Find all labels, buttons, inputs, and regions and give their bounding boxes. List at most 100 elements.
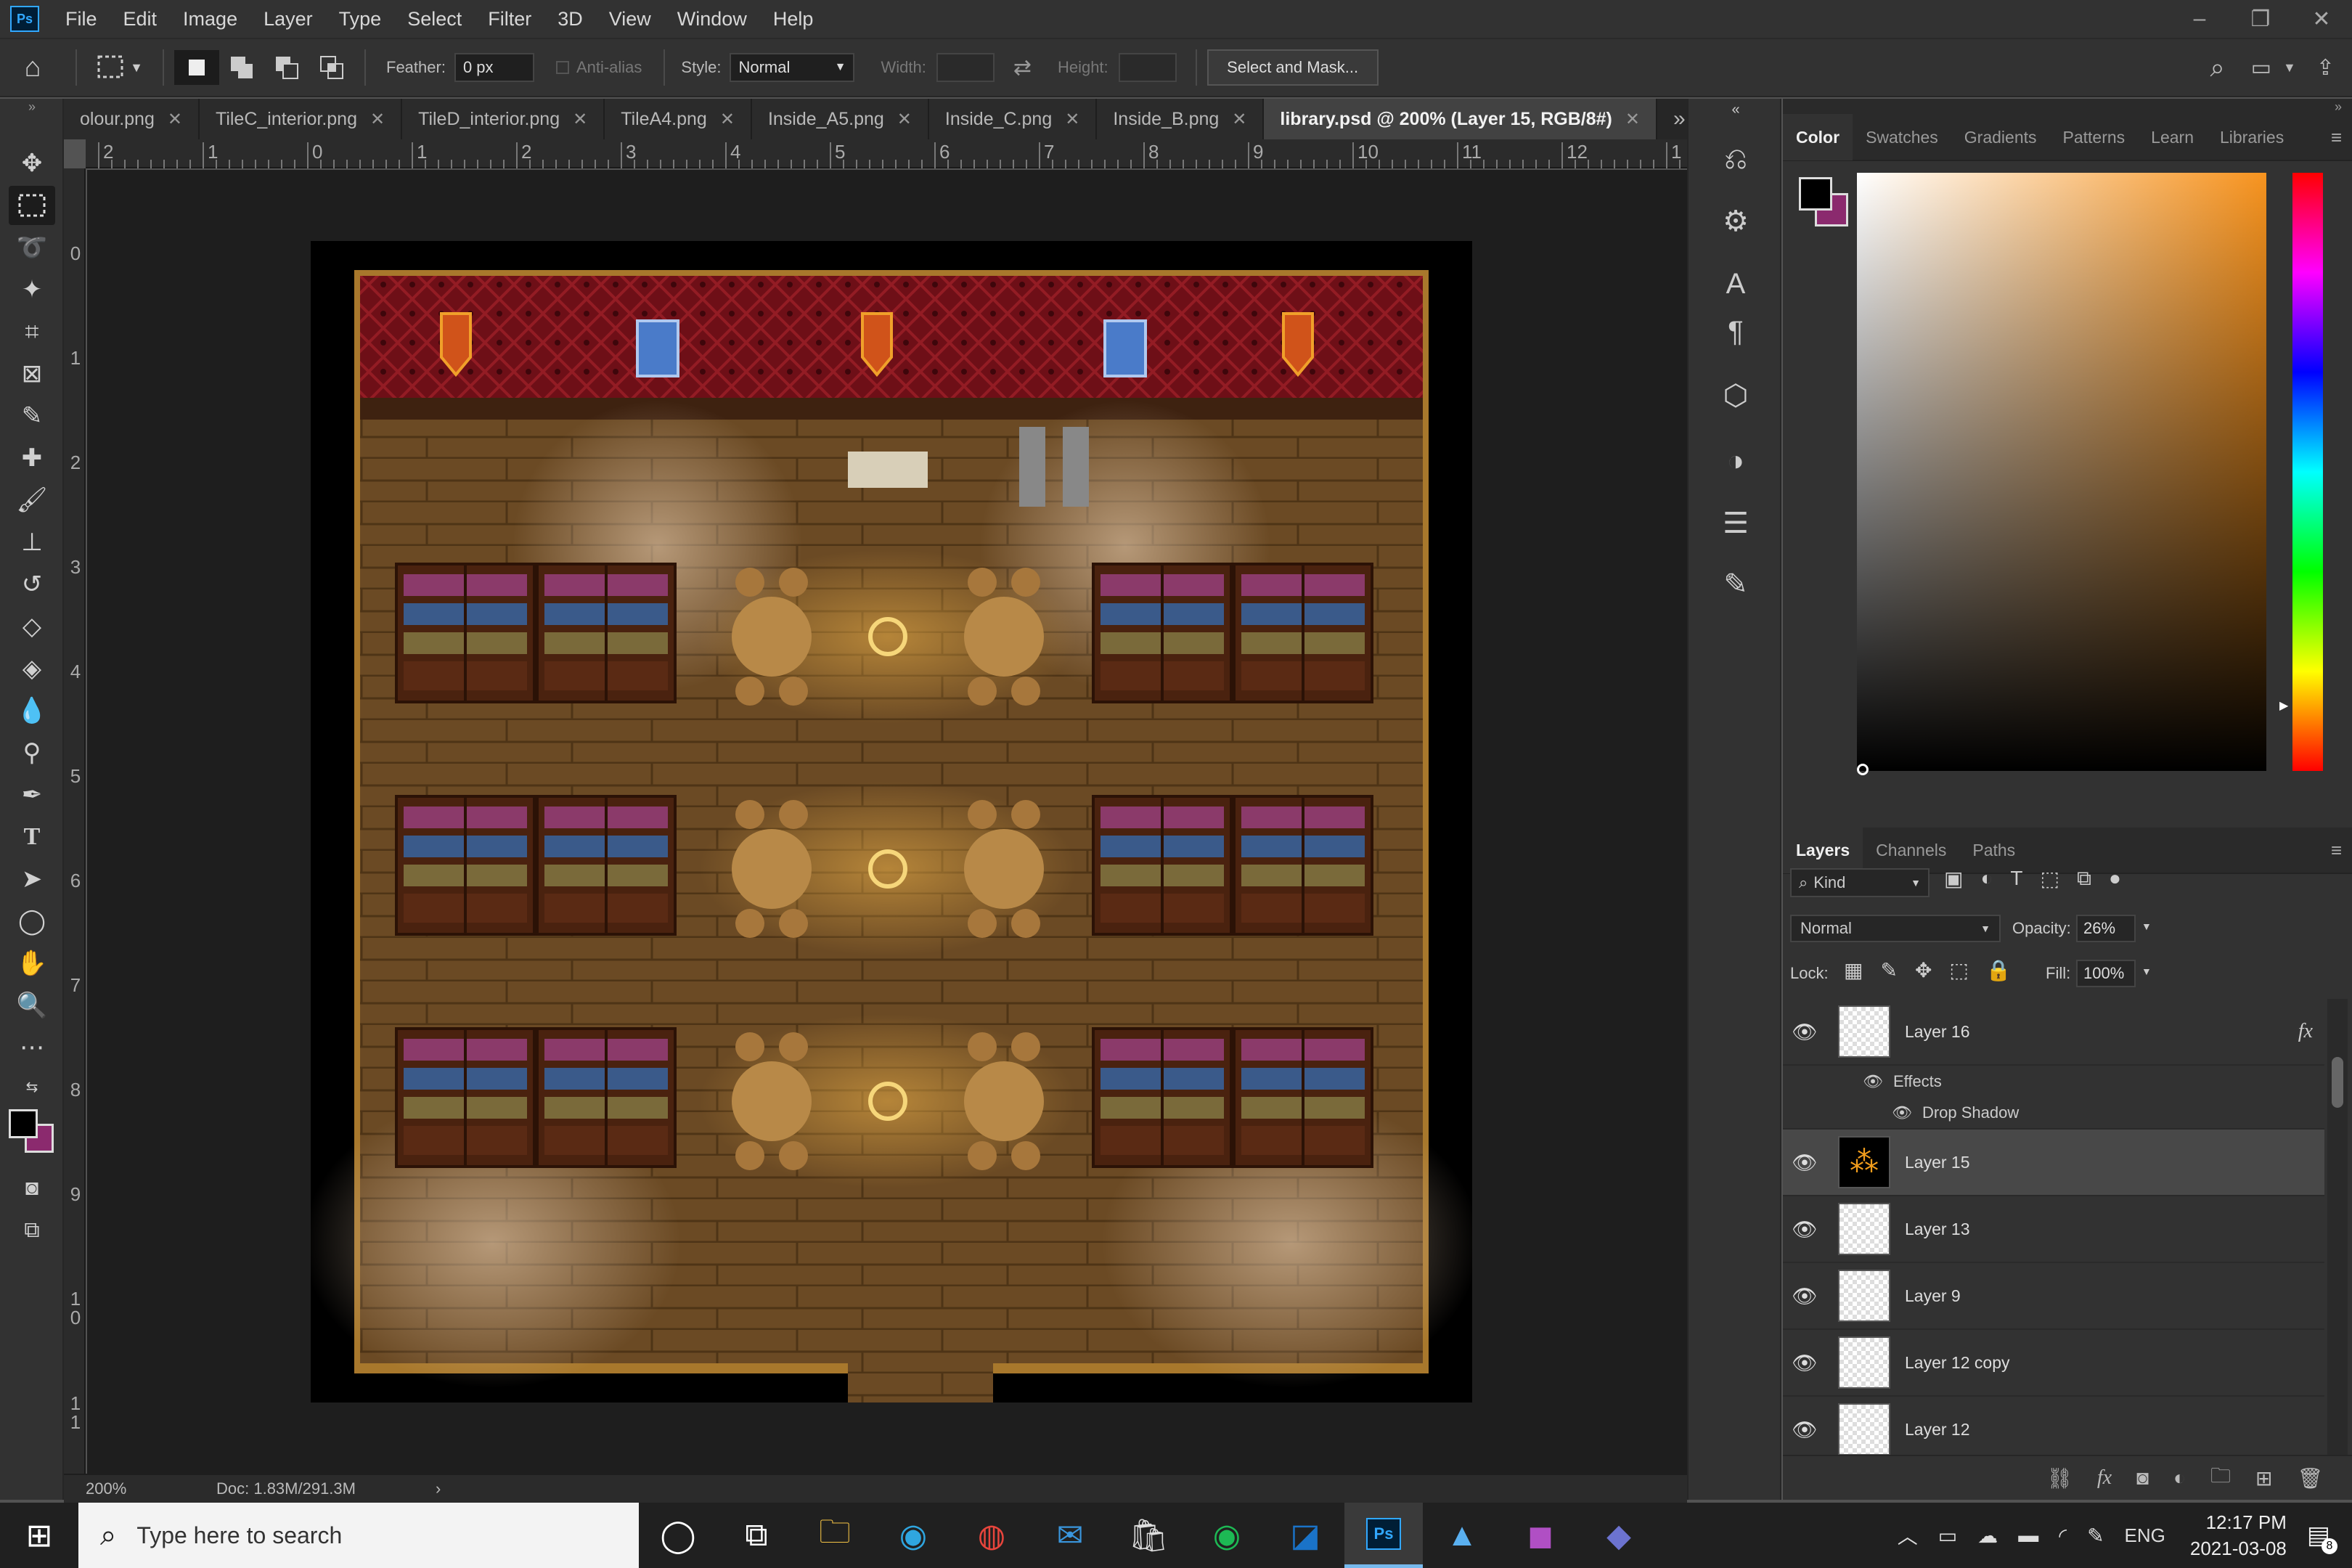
marquee-preset-picker[interactable]: ▼ — [87, 50, 152, 85]
restore-button[interactable]: ❐ — [2230, 0, 2291, 38]
new-layer-icon[interactable]: ⊞ — [2255, 1466, 2272, 1490]
frame-tool-icon[interactable]: ⊠ — [9, 354, 55, 393]
layers-scrollbar[interactable] — [2327, 999, 2348, 1455]
hand-tool-icon[interactable]: ✋ — [9, 944, 55, 983]
stamp-tool-icon[interactable]: ⊥ — [9, 523, 55, 562]
menu-filter[interactable]: Filter — [475, 0, 544, 38]
add-to-selection-button[interactable] — [219, 50, 264, 85]
history-brush-tool-icon[interactable]: ↺ — [9, 565, 55, 604]
menu-3d[interactable]: 3D — [544, 0, 596, 38]
clock[interactable]: 12:17 PM 2021-03-08 — [2190, 1509, 2287, 1561]
subtract-selection-button[interactable] — [264, 50, 309, 85]
search-icon[interactable]: ⌕ — [2210, 52, 2225, 83]
chevron-down-icon[interactable]: ▼ — [2283, 60, 2296, 75]
link-layers-icon[interactable]: ⛓ — [2046, 1466, 2073, 1490]
layer-row-13[interactable]: 👁 Layer 13 — [1783, 1196, 2324, 1263]
foreground-color-swatch[interactable] — [9, 1109, 38, 1138]
quick-mask-icon[interactable]: ◙ — [9, 1169, 55, 1208]
tab-inside-b[interactable]: Inside_B.png ✕ — [1097, 99, 1265, 139]
blend-mode-select[interactable]: Normal ▼ — [1790, 915, 2001, 942]
move-tool-icon[interactable]: ✥ — [9, 144, 55, 183]
tab-library-psd[interactable]: library.psd @ 200% (Layer 15, RGB/8#) ✕ — [1264, 99, 1657, 139]
taskbar-search-box[interactable]: ⌕ Type here to search — [78, 1503, 639, 1568]
width-input[interactable] — [936, 53, 995, 82]
windows-start-icon[interactable]: ⊞ — [0, 1503, 78, 1568]
onenote-icon[interactable]: ◼ — [1501, 1503, 1580, 1568]
filter-smart-object-icon[interactable]: ⧉ — [2077, 867, 2091, 891]
store-icon[interactable]: 🛍 — [1109, 1503, 1188, 1568]
tab-gradients[interactable]: Gradients — [1951, 114, 2050, 160]
menu-view[interactable]: View — [596, 0, 664, 38]
task-view-icon[interactable]: ⧉ — [717, 1503, 796, 1568]
visibility-eye-icon[interactable]: 👁 — [1783, 1217, 1826, 1241]
chevron-down-icon[interactable]: ▼ — [2141, 920, 2152, 932]
blur-tool-icon[interactable]: 💧 — [9, 691, 55, 730]
collapse-dock-icon[interactable]: « — [1710, 99, 1761, 121]
character-panel-icon[interactable]: A — [1710, 258, 1761, 309]
status-menu-icon[interactable]: › — [436, 1479, 441, 1498]
close-icon[interactable]: ✕ — [370, 109, 385, 130]
lock-pixels-icon[interactable]: ✎ — [1880, 958, 1897, 982]
battery-icon[interactable]: ▬ — [2018, 1524, 2038, 1547]
tab-swatches[interactable]: Swatches — [1853, 114, 1951, 160]
new-group-icon[interactable]: 🗀 — [2210, 1461, 2231, 1495]
ellipse-tool-icon[interactable]: ◯ — [9, 902, 55, 941]
visibility-eye-icon[interactable]: 👁 — [1863, 1072, 1883, 1091]
style-select[interactable]: Normal ▼ — [730, 53, 855, 82]
layer-row-9[interactable]: 👁 Layer 9 — [1783, 1263, 2324, 1330]
lock-artboard-icon[interactable]: ⬚ — [1949, 958, 1968, 982]
screen-mode-icon[interactable]: ⧉ — [9, 1211, 55, 1250]
edge-icon[interactable]: ◉ — [874, 1503, 952, 1568]
tab-tilea4[interactable]: TileA4.png ✕ — [605, 99, 752, 139]
panel-menu-icon[interactable]: ≡ — [2331, 126, 2342, 149]
visibility-eye-icon[interactable]: 👁 — [1783, 1418, 1826, 1442]
add-mask-icon[interactable]: ◙ — [2136, 1466, 2149, 1490]
teams-icon[interactable]: ◆ — [1580, 1503, 1658, 1568]
close-icon[interactable]: ✕ — [168, 109, 182, 130]
close-button[interactable]: ✕ — [2291, 0, 2352, 38]
onedrive-icon[interactable]: ☁ — [1977, 1524, 1998, 1548]
opacity-input[interactable]: 26% — [2076, 915, 2136, 942]
type-tool-icon[interactable]: T — [9, 817, 55, 857]
home-icon[interactable]: ⌂ — [0, 50, 65, 85]
collapse-panels-icon[interactable]: » — [2335, 99, 2342, 115]
path-selection-tool-icon[interactable]: ➤ — [9, 859, 55, 899]
color-panel-foreground-swatch[interactable] — [1799, 177, 1832, 211]
eyedropper-tool-icon[interactable]: ✎ — [9, 396, 55, 436]
add-layer-style-icon[interactable]: fx — [2097, 1466, 2112, 1490]
spotify-icon[interactable]: ◉ — [1188, 1503, 1266, 1568]
menu-type[interactable]: Type — [326, 0, 395, 38]
minimize-button[interactable]: – — [2169, 0, 2230, 38]
layer-row-12-copy[interactable]: 👁 Layer 12 copy — [1783, 1330, 2324, 1397]
zoom-level[interactable]: 200% — [86, 1479, 195, 1498]
tab-tilec-interior[interactable]: TileC_interior.png ✕ — [199, 99, 403, 139]
chevron-down-icon[interactable]: ▼ — [2141, 965, 2152, 977]
chrome-icon[interactable]: ◍ — [952, 1503, 1031, 1568]
filter-pixel-icon[interactable]: ▣ — [1944, 867, 1963, 891]
magic-wand-tool-icon[interactable]: ✦ — [9, 270, 55, 309]
menu-help[interactable]: Help — [760, 0, 827, 38]
height-input[interactable] — [1118, 53, 1177, 82]
healing-brush-tool-icon[interactable]: ✚ — [9, 438, 55, 478]
paragraph-panel-icon[interactable]: ¶ — [1710, 306, 1761, 357]
layer-effects-fx-icon[interactable]: fx — [2298, 1020, 2313, 1043]
tab-inside-c[interactable]: Inside_C.png ✕ — [928, 99, 1098, 139]
fill-input[interactable]: 100% — [2076, 960, 2136, 987]
photoshop-taskbar-icon[interactable]: Ps — [1344, 1503, 1423, 1568]
close-icon[interactable]: ✕ — [1625, 109, 1640, 130]
tab-colour[interactable]: olour.png ✕ — [64, 99, 200, 139]
file-explorer-icon[interactable]: 🗀 — [796, 1503, 874, 1568]
filter-type-icon[interactable]: T — [2010, 867, 2022, 891]
crop-tool-icon[interactable]: ⌗ — [9, 312, 55, 351]
lasso-tool-icon[interactable]: ➰ — [9, 228, 55, 267]
paint-bucket-tool-icon[interactable]: ◈ — [9, 649, 55, 688]
menu-layer[interactable]: Layer — [250, 0, 326, 38]
hue-slider[interactable] — [2292, 173, 2323, 771]
cortana-icon[interactable]: ◯ — [639, 1503, 717, 1568]
rect-marquee-tool-icon[interactable] — [9, 186, 55, 225]
hue-slider-handle-icon[interactable]: ▶ — [2279, 698, 2288, 713]
eraser-tool-icon[interactable]: ◇ — [9, 607, 55, 646]
collapse-toolbar-icon[interactable]: » — [9, 99, 55, 115]
photos-icon[interactable]: ▲ — [1423, 1503, 1501, 1568]
filter-adjustment-icon[interactable]: ◐ — [1980, 867, 1993, 891]
